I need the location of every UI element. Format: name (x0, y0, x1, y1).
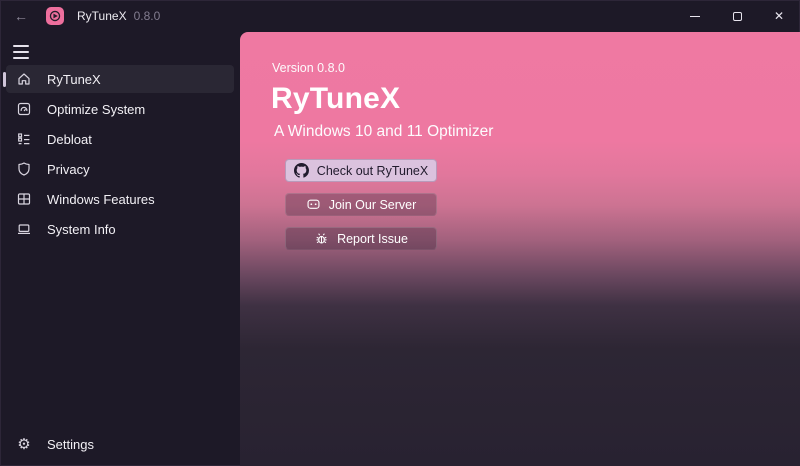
close-icon: ✕ (773, 9, 785, 23)
hamburger-menu-button[interactable] (7, 38, 37, 66)
check-out-rytunex-button[interactable]: Check out RyTuneX (285, 159, 437, 182)
windows-grid-icon (16, 191, 32, 207)
maximize-icon (732, 11, 742, 21)
close-button[interactable]: ✕ (758, 0, 800, 32)
hero-section: Version 0.8.0 RyTuneX A Windows 10 and 1… (240, 32, 800, 250)
sidebar-item-privacy[interactable]: Privacy (6, 155, 234, 183)
sidebar-item-debloat[interactable]: Debloat (6, 125, 234, 153)
button-label: Report Issue (337, 231, 408, 246)
sidebar-item-label: Debloat (47, 131, 92, 147)
bug-icon (314, 231, 329, 246)
selection-indicator (3, 71, 6, 87)
sidebar-settings: ⚙ Settings (0, 430, 240, 460)
minimize-button[interactable] (674, 0, 716, 32)
app-version: 0.8.0 (133, 9, 161, 23)
sidebar-item-rytunex[interactable]: RyTuneX (3, 65, 234, 93)
discord-icon (306, 197, 321, 212)
hero-button-stack: Check out RyTuneX Join Our Server Report… (285, 159, 437, 250)
laptop-icon (16, 221, 32, 237)
back-arrow-icon: ← (14, 8, 28, 24)
sidebar-item-label: System Info (47, 221, 116, 237)
hero-version-label: Version 0.8.0 (272, 61, 345, 75)
button-label: Check out RyTuneX (316, 163, 429, 178)
window-title: RyTuneX 0.8.0 (77, 9, 160, 23)
app-name: RyTuneX (77, 9, 127, 23)
hero-subtitle: A Windows 10 and 11 Optimizer (274, 123, 494, 140)
back-button[interactable]: ← (6, 3, 36, 29)
sidebar-item-system-info[interactable]: System Info (6, 215, 234, 243)
app-logo-icon (46, 7, 64, 25)
button-label: Join Our Server (328, 197, 417, 212)
sidebar-item-label: Privacy (47, 161, 90, 177)
shield-icon (16, 161, 32, 177)
hero-title: RyTuneX (271, 82, 401, 115)
sidebar-item-label: Settings (47, 436, 94, 452)
hamburger-icon (13, 45, 29, 47)
home-icon (16, 71, 32, 87)
sidebar-item-label: RyTuneX (47, 71, 101, 87)
maximize-button[interactable] (716, 0, 758, 32)
gear-icon: ⚙ (17, 435, 31, 453)
sidebar-item-optimize-system[interactable]: Optimize System (6, 95, 234, 123)
sidebar-item-settings[interactable]: ⚙ Settings (6, 430, 234, 458)
debloat-list-icon (16, 131, 32, 147)
sidebar-item-windows-features[interactable]: Windows Features (6, 185, 234, 213)
app-window: ← RyTuneX 0.8.0 ✕ RyTuneX Optimize Syste… (0, 0, 800, 466)
main-content: Version 0.8.0 RyTuneX A Windows 10 and 1… (240, 32, 800, 466)
sidebar-nav: RyTuneX Optimize System Debloat Privacy … (0, 65, 240, 245)
join-our-server-button[interactable]: Join Our Server (285, 193, 437, 216)
titlebar: ← RyTuneX 0.8.0 ✕ (0, 0, 800, 32)
sidebar-item-label: Optimize System (47, 101, 146, 117)
window-controls: ✕ (674, 0, 800, 32)
optimize-gauge-icon (16, 101, 32, 117)
github-icon (293, 163, 309, 178)
report-issue-button[interactable]: Report Issue (285, 227, 437, 250)
sidebar-item-label: Windows Features (47, 191, 155, 207)
minimize-icon (690, 15, 700, 17)
sidebar: RyTuneX Optimize System Debloat Privacy … (0, 32, 240, 466)
